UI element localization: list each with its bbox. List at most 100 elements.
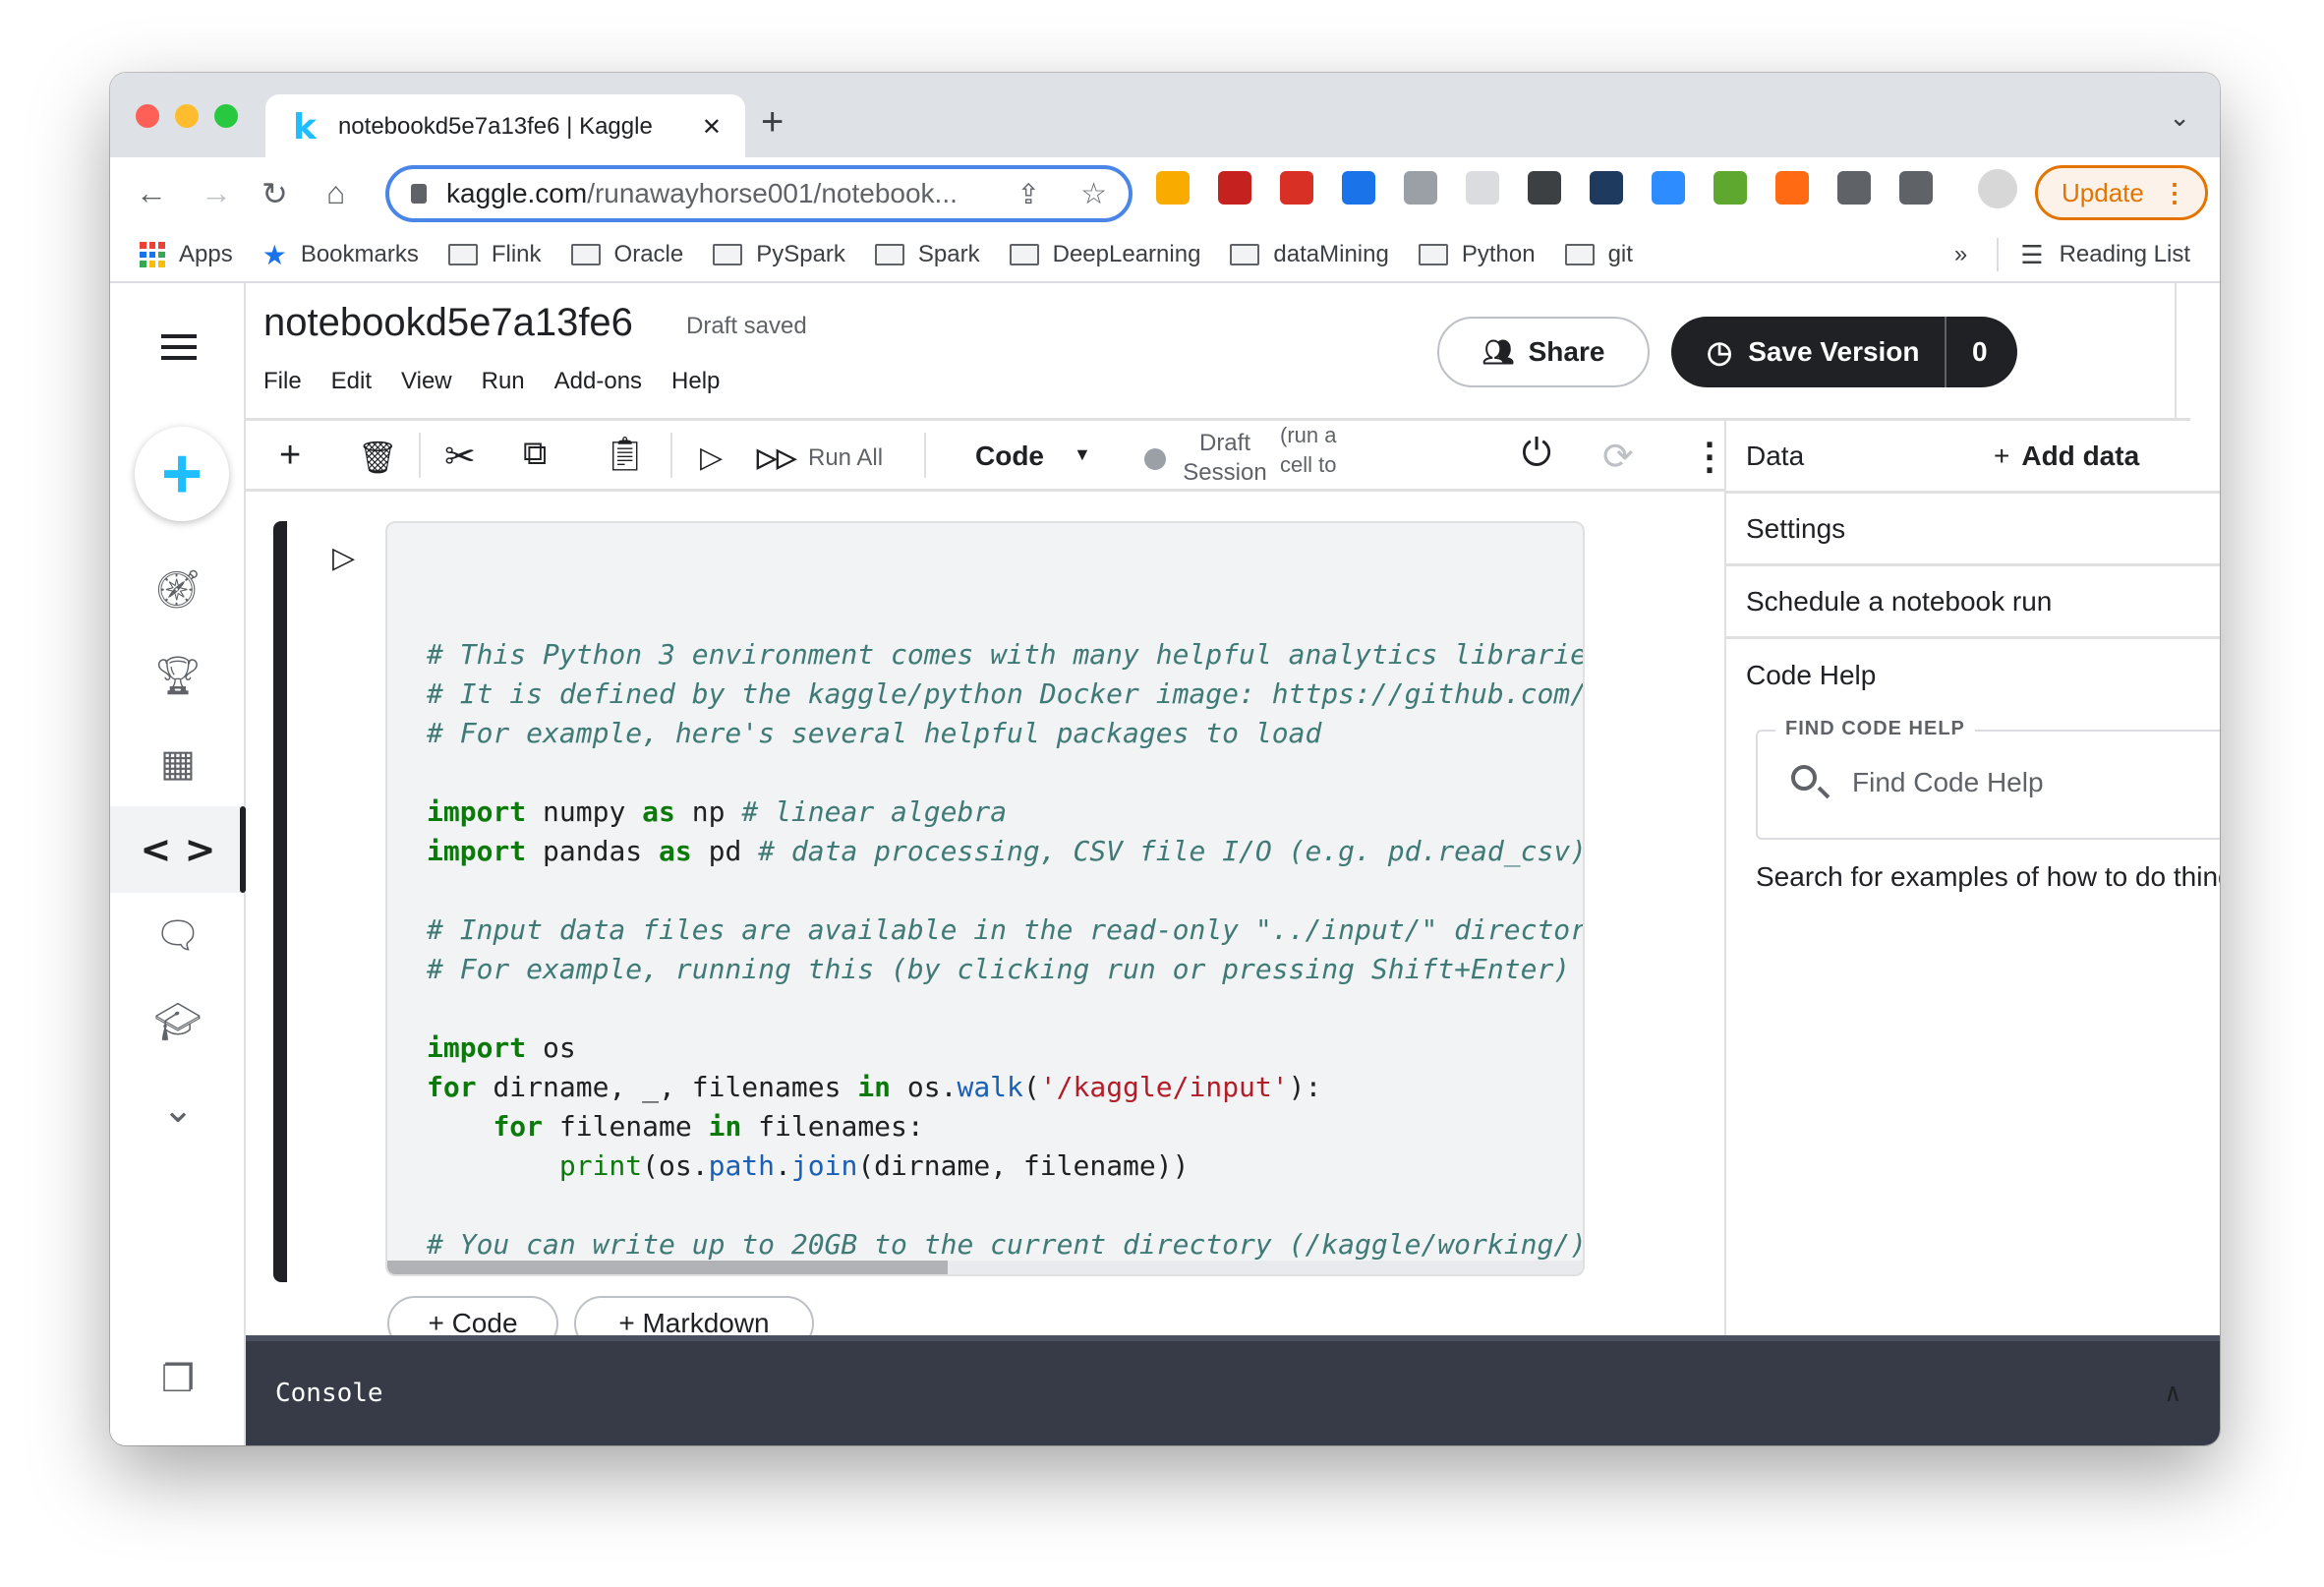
chevron-up-icon[interactable]: ∧	[2165, 1379, 2180, 1408]
gem-icon[interactable]	[1342, 171, 1375, 205]
back-icon[interactable]: ←	[136, 175, 167, 211]
version-count: 0	[1972, 336, 1988, 367]
code-line: for dirname, _, filenames in os.walk('/k…	[427, 1068, 1583, 1107]
run-all-icon[interactable]: ▷▷	[757, 442, 796, 473]
bookmarks-overflow-button[interactable]: »	[1954, 241, 1967, 268]
puzzle-icon[interactable]	[1837, 171, 1871, 205]
close-window-button[interactable]	[136, 104, 159, 128]
bookmark-star-icon[interactable]: ☆	[1080, 177, 1107, 211]
menu-run[interactable]: Run	[482, 368, 525, 395]
nav-datasets[interactable]: ▦	[110, 720, 246, 806]
printer-icon[interactable]	[1714, 171, 1747, 205]
bookmark-flink[interactable]: Flink	[447, 241, 542, 268]
menu-file[interactable]: File	[263, 368, 302, 395]
reload-icon[interactable]: ↻	[261, 175, 288, 212]
cast-icon[interactable]	[1899, 171, 1933, 205]
save-version-button[interactable]: ◷ Save Version 0	[1671, 317, 2017, 387]
minimize-window-button[interactable]	[175, 104, 199, 128]
adblock-icon[interactable]	[1280, 171, 1313, 205]
document-icon[interactable]	[1466, 171, 1499, 205]
nav-explore[interactable]: 🧭︎	[110, 547, 246, 633]
menu-view[interactable]: View	[401, 368, 452, 395]
bookmark-bookmarks[interactable]: ★ Bookmarks	[262, 239, 419, 271]
bookmark-apps[interactable]: Apps	[140, 241, 233, 268]
maximize-window-button[interactable]	[214, 104, 238, 128]
menu-add-ons[interactable]: Add-ons	[554, 368, 642, 395]
bookmark-pyspark[interactable]: PySpark	[713, 241, 845, 268]
colab-icon[interactable]	[1156, 171, 1190, 205]
share-button[interactable]: 👥︎ Share	[1437, 317, 1650, 387]
nav-more[interactable]: ⌄	[110, 1066, 246, 1152]
bookmark-oracle[interactable]: Oracle	[570, 241, 683, 268]
table-icon: ▦	[160, 742, 196, 785]
bookmark-deeplearning[interactable]: DeepLearning	[1009, 241, 1200, 268]
tab-search-chevron-icon[interactable]: ⌄	[2169, 102, 2190, 133]
share-page-icon[interactable]: ⇪	[1017, 178, 1040, 210]
scrollbar-thumb[interactable]	[387, 1261, 948, 1274]
add-cell-icon[interactable]: +	[279, 435, 301, 477]
profile-avatar[interactable]	[1978, 169, 2017, 208]
add-data-button[interactable]: + Add data	[1994, 441, 2139, 472]
horizontal-scrollbar[interactable]	[387, 1261, 1583, 1274]
code-help-hint: Search for examples of how to do things	[1756, 861, 2220, 892]
reading-list-button[interactable]: Reading List	[2060, 241, 2190, 268]
menu-edit[interactable]: Edit	[331, 368, 372, 395]
run-cell-icon[interactable]: ▷	[700, 441, 723, 475]
dropbox-icon[interactable]	[1404, 171, 1437, 205]
bookmark-git[interactable]: git	[1564, 241, 1633, 268]
menu-help[interactable]: Help	[671, 368, 720, 395]
address-bar[interactable]: kaggle.com/runawayhorse001/notebook... ⇪…	[385, 165, 1133, 222]
new-tab-button[interactable]: +	[761, 100, 784, 145]
close-tab-icon[interactable]: ✕	[702, 113, 722, 142]
power-icon[interactable]: ⏻	[1522, 433, 1551, 475]
create-button[interactable]: +	[135, 427, 229, 521]
more-vert-icon[interactable]: ⋮	[2162, 178, 2187, 208]
browser-tab[interactable]: k notebookd5e7a13fe6 | Kaggle ✕	[265, 94, 745, 159]
tab-title: notebookd5e7a13fe6 | Kaggle	[337, 113, 653, 140]
screencast-icon[interactable]	[1528, 171, 1561, 205]
settings-section-header[interactable]: Settings ⌄	[1726, 494, 2220, 566]
hamburger-menu-icon[interactable]	[161, 334, 197, 360]
run-cell-button[interactable]: ▷	[332, 541, 355, 575]
share-label: Share	[1528, 336, 1605, 367]
cell-type-select[interactable]: Code	[975, 441, 1044, 472]
find-code-help-field[interactable]: FIND CODE HELP Find Code Help	[1756, 718, 2220, 840]
nav-competitions[interactable]: 🏆︎	[110, 633, 246, 720]
update-button[interactable]: Update ⋮	[2035, 165, 2208, 220]
schedule-section-header[interactable]: Schedule a notebook run ⌄	[1726, 566, 2220, 639]
plus-icon: +	[160, 435, 203, 513]
console-bar[interactable]: Console ∧	[246, 1335, 2220, 1445]
nav-your-work[interactable]: ❐	[110, 1335, 246, 1422]
find-code-help-input[interactable]: Find Code Help	[1852, 767, 2044, 798]
copy-icon[interactable]: ⧉	[523, 435, 547, 473]
notation-icon[interactable]	[1590, 171, 1623, 205]
delete-icon[interactable]: 🗑︎	[358, 439, 398, 476]
data-section-header[interactable]: Data +Add data ⌄	[1726, 421, 2220, 494]
chevron-down-icon: ⌄	[162, 1088, 194, 1131]
code-help-section-header[interactable]: Code Help ⌃	[1726, 639, 2220, 712]
bookmark-list: Apps ★ Bookmarks Flink Oracle PySpark Spark Dee…	[140, 239, 1662, 271]
forward-icon[interactable]: →	[201, 175, 232, 211]
run-all-button[interactable]: Run All	[808, 444, 883, 472]
restart-icon[interactable]: ⟳	[1602, 435, 1634, 479]
comment-icon: 🗨︎	[153, 915, 203, 957]
bookmark-python[interactable]: Python	[1418, 241, 1536, 268]
nav-code[interactable]: < >	[110, 806, 246, 893]
find-code-help-label: FIND CODE HELP	[1775, 718, 1975, 740]
home-icon[interactable]: ⌂	[326, 175, 345, 211]
notebook-title[interactable]: notebookd5e7a13fe6	[263, 301, 633, 345]
zoom-icon[interactable]	[1652, 171, 1685, 205]
acrobat-icon[interactable]	[1218, 171, 1251, 205]
plus-icon: +	[1994, 440, 2010, 471]
dropdown-caret-icon[interactable]: ▼	[1074, 444, 1091, 465]
paste-icon[interactable]: 📋︎	[604, 435, 646, 474]
cut-icon[interactable]: ✂	[444, 435, 476, 479]
more-options-icon[interactable]: ⋮	[1691, 435, 1728, 479]
bookmark-datamining[interactable]: dataMining	[1230, 241, 1389, 268]
nav-learn[interactable]: 🎓︎	[110, 979, 246, 1066]
weibo-icon[interactable]	[1775, 171, 1809, 205]
nav-discussions[interactable]: 🗨︎	[110, 893, 246, 979]
bookmark-spark[interactable]: Spark	[874, 241, 980, 268]
code-cell-editor[interactable]: # This Python 3 environment comes with m…	[385, 521, 1585, 1276]
